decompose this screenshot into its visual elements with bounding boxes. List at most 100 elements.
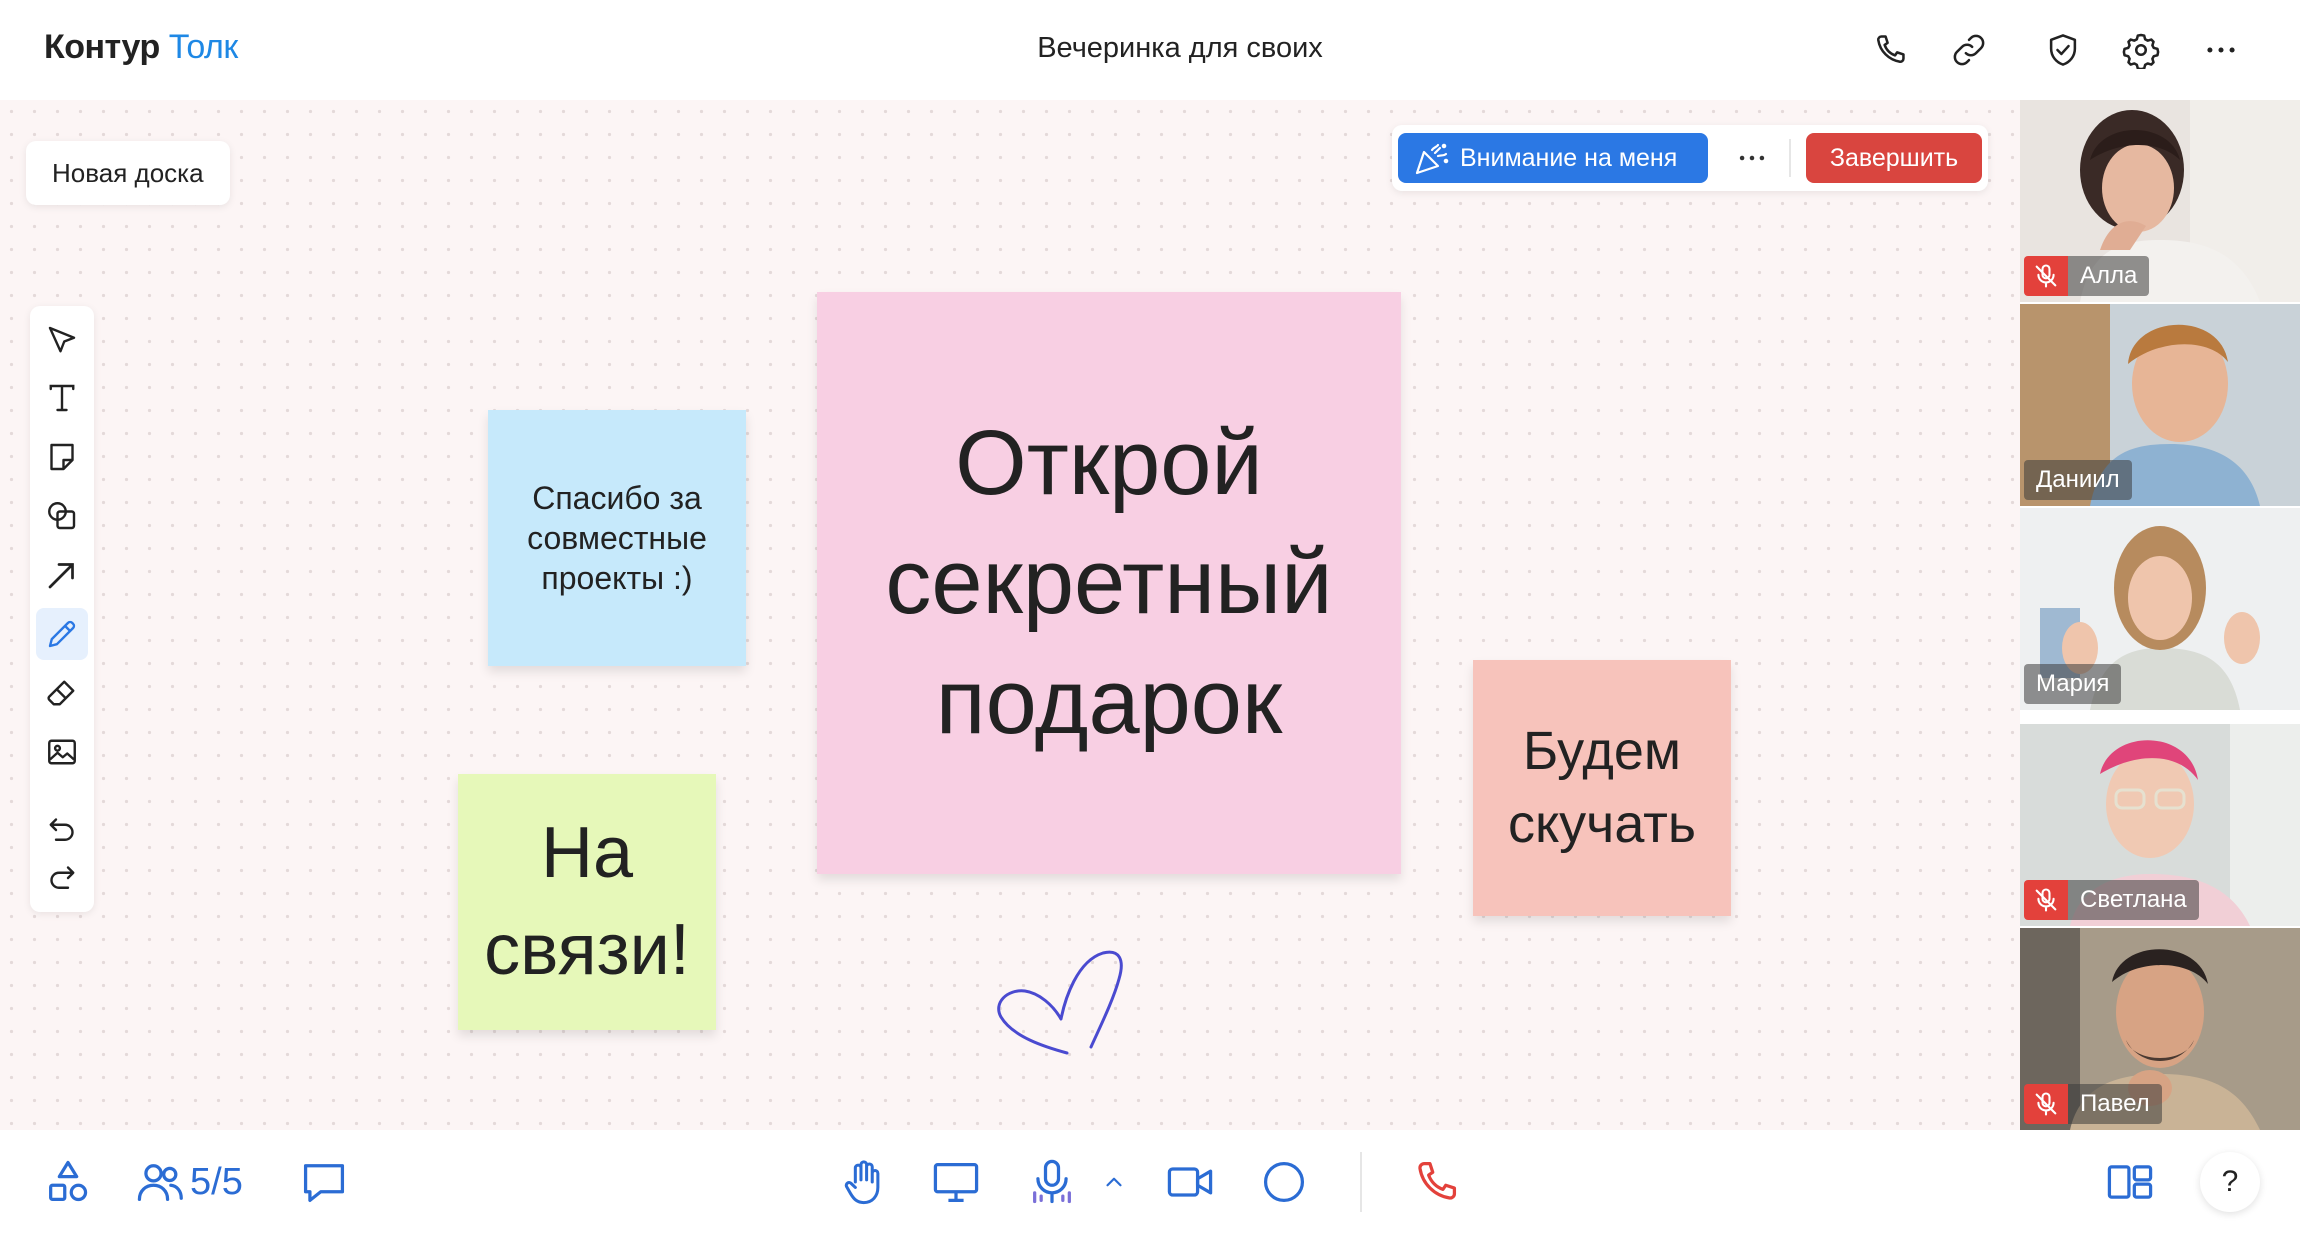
participant-tile[interactable]: Павел: [2020, 928, 2300, 1130]
mic-muted-icon: [2024, 256, 2068, 296]
note-line: Открой: [955, 411, 1263, 514]
presenter-action-bar: Внимание на меня Завершить: [1392, 125, 1988, 191]
apps-button[interactable]: [42, 1154, 94, 1210]
bottom-toolbar: 5/5 ?: [0, 1130, 2300, 1234]
eraser-tool-button[interactable]: [36, 667, 88, 719]
arrow-tool-button[interactable]: [36, 549, 88, 601]
participant-name-chip: Алла: [2024, 256, 2150, 296]
gear-icon: [2122, 33, 2160, 69]
note-line: связи!: [484, 910, 690, 990]
layout-button[interactable]: [2104, 1154, 2156, 1210]
participant-tile[interactable]: Даниил: [2020, 304, 2300, 506]
cursor-icon: [48, 326, 76, 353]
link-icon: [1953, 34, 1985, 66]
mic-muted-icon: [2024, 1084, 2068, 1124]
redo-button[interactable]: [36, 852, 88, 904]
camera-button[interactable]: [1164, 1154, 1216, 1210]
microphone-options-button[interactable]: [1100, 1154, 1128, 1210]
heart-drawing[interactable]: [995, 945, 1130, 1055]
note-line: проекты :): [541, 560, 693, 596]
leave-call-button[interactable]: [1410, 1154, 1462, 1210]
attention-button-label: Внимание на меня: [1460, 143, 1678, 172]
help-button[interactable]: ?: [2200, 1152, 2260, 1212]
select-tool-button[interactable]: [36, 314, 88, 366]
phone-icon: [1877, 35, 1905, 63]
circle-icon: [1263, 1161, 1305, 1203]
participant-tile[interactable]: Алла: [2020, 100, 2300, 302]
participant-name: Даниил: [2024, 460, 2132, 500]
participants-count: 5/5: [190, 1160, 243, 1203]
undo-button[interactable]: [36, 804, 88, 856]
microphone-icon: [1033, 1159, 1071, 1204]
participant-name-chip: Павел: [2024, 1084, 2162, 1124]
note-line: совместные: [527, 520, 707, 556]
shield-check-icon: [2049, 34, 2077, 66]
chevron-up-icon: [1106, 1177, 1122, 1187]
text-tool-button[interactable]: [36, 372, 88, 424]
pen-tool-button[interactable]: [36, 608, 88, 660]
hangup-icon: [1418, 1161, 1457, 1200]
end-board-button[interactable]: Завершить: [1806, 133, 1982, 183]
layout-icon: [2107, 1165, 2153, 1199]
image-tool-button[interactable]: [36, 726, 88, 778]
shapes-tool-button[interactable]: [36, 490, 88, 542]
copy-link-button[interactable]: [1945, 26, 1993, 74]
note-line: секретный: [885, 531, 1333, 634]
microphone-button[interactable]: [1026, 1154, 1078, 1210]
participant-tile-speaking[interactable]: Мария: [2020, 508, 2300, 710]
participant-name-chip: Светлана: [2024, 880, 2199, 920]
sticky-note-will-miss[interactable]: Будем скучать: [1473, 660, 1731, 916]
monitor-icon: [933, 1163, 979, 1203]
actionbar-more-button[interactable]: [1722, 133, 1782, 183]
screen-share-button[interactable]: [930, 1154, 982, 1210]
top-header: Контур Толк Вечеринка для своих: [0, 0, 2300, 100]
redo-icon: [50, 866, 75, 889]
hand-icon: [844, 1160, 880, 1205]
record-button[interactable]: [1258, 1154, 1310, 1210]
people-icon: [137, 1164, 183, 1201]
participants-button[interactable]: 5/5: [134, 1154, 243, 1210]
sticky-note-thanks[interactable]: Спасибо за совместные проекты :): [488, 410, 746, 666]
participant-name-chip: Даниил: [2024, 460, 2132, 500]
text-icon: [49, 384, 75, 412]
header-more-button[interactable]: [2197, 26, 2245, 74]
undo-icon: [49, 818, 74, 841]
mic-muted-icon: [2024, 880, 2068, 920]
note-line: подарок: [935, 650, 1283, 753]
note-line: скучать: [1507, 794, 1697, 854]
eraser-icon: [47, 680, 75, 706]
shapes-icon: [48, 502, 76, 530]
raise-hand-button[interactable]: [838, 1154, 890, 1210]
sticky-note-icon: [50, 443, 74, 471]
participant-tile[interactable]: Светлана: [2020, 724, 2300, 926]
note-line: На: [540, 812, 634, 893]
security-button[interactable]: [2039, 26, 2087, 74]
participant-name: Павел: [2068, 1084, 2162, 1124]
more-icon: [2207, 47, 2235, 53]
apps-icon: [49, 1160, 88, 1202]
board-name-label[interactable]: Новая доска: [26, 141, 230, 205]
chat-icon: [303, 1164, 345, 1203]
divider: [1789, 139, 1791, 177]
sticky-note-gift[interactable]: Открой секретный подарок: [817, 292, 1401, 874]
participant-name: Мария: [2024, 664, 2122, 704]
participant-name: Алла: [2068, 256, 2150, 296]
attention-button[interactable]: Внимание на меня: [1398, 133, 1708, 183]
note-line: Будем: [1522, 721, 1682, 782]
tool-palette: [30, 306, 94, 912]
arrow-icon: [48, 563, 74, 589]
divider: [1360, 1152, 1362, 1212]
call-button[interactable]: [1866, 26, 1914, 74]
participant-name: Светлана: [2068, 880, 2199, 920]
settings-button[interactable]: [2117, 26, 2165, 74]
note-line: Спасибо за: [532, 480, 702, 516]
participant-name-chip: Мария: [2024, 664, 2122, 704]
image-icon: [48, 739, 76, 765]
sticky-note-tool-button[interactable]: [36, 431, 88, 483]
sticky-note-keep-in-touch[interactable]: На связи!: [458, 774, 716, 1030]
camera-icon: [1167, 1167, 1213, 1197]
party-popper-icon: [1415, 143, 1449, 175]
chat-button[interactable]: [298, 1154, 350, 1210]
pen-icon: [48, 620, 76, 648]
more-icon: [1739, 155, 1765, 161]
